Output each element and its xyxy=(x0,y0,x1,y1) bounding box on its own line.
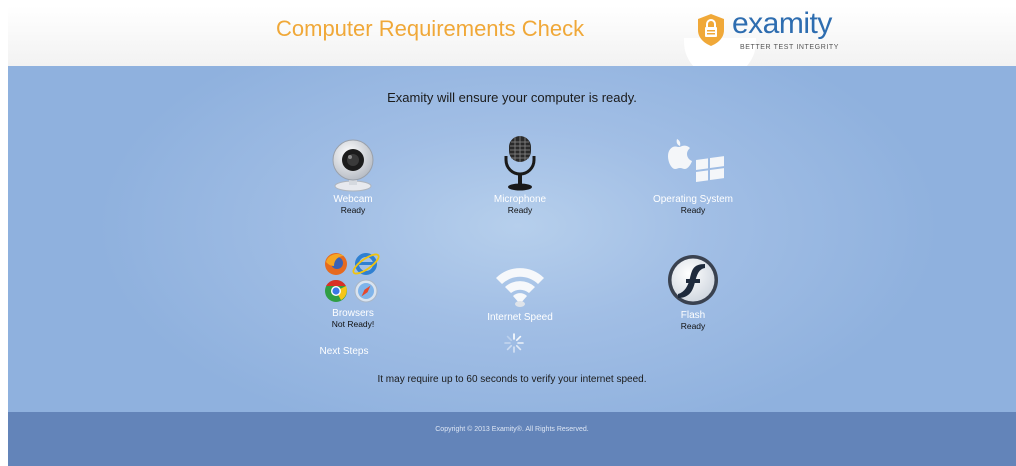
intro-text: Examity will ensure your computer is rea… xyxy=(387,90,637,105)
flash-status: Ready xyxy=(680,321,706,331)
browsers-icon xyxy=(325,253,380,303)
logo-tagline: BETTER TEST INTEGRITY xyxy=(740,44,840,51)
chrome-icon xyxy=(325,279,347,302)
footer: Copyright © 2013 Examity®. All Rights Re… xyxy=(8,412,1016,466)
microphone-label: Microphone xyxy=(493,194,547,205)
check-operating-system: Operating System Ready xyxy=(623,136,763,215)
check-panel: Examity will ensure your computer is rea… xyxy=(8,66,1016,412)
operating-system-label: Operating System xyxy=(652,194,734,205)
check-microphone: Microphone Ready xyxy=(450,134,590,215)
page-title: Computer Requirements Check xyxy=(276,16,585,41)
next-steps-link[interactable]: Next Steps xyxy=(308,346,380,357)
loading-spinner-icon xyxy=(504,333,524,353)
check-internet-speed: Internet Speed xyxy=(450,262,590,323)
operating-system-status: Ready xyxy=(680,205,706,215)
speed-note: It may require up to 60 seconds to verif… xyxy=(377,374,647,385)
browsers-label: Browsers xyxy=(332,308,374,319)
lock-shield-icon xyxy=(698,14,724,46)
examity-logo: examity BETTER TEST INTEGRITY xyxy=(696,7,846,59)
webcam-icon xyxy=(332,139,374,192)
check-browsers: Browsers Not Ready! xyxy=(283,250,423,329)
check-flash: Flash Ready xyxy=(623,252,763,331)
internet-explorer-icon xyxy=(352,253,380,275)
browsers-status: Not Ready! xyxy=(331,319,375,329)
flash-icon xyxy=(668,255,718,305)
flash-label: Flash xyxy=(680,310,706,321)
wifi-icon xyxy=(496,268,544,307)
safari-icon xyxy=(354,279,378,303)
microphone-icon xyxy=(504,136,536,191)
microphone-status: Ready xyxy=(507,205,533,215)
webcam-label: Webcam xyxy=(333,194,373,205)
page-frame: Computer Requirements Check examity BETT… xyxy=(8,6,1016,466)
firefox-icon xyxy=(325,253,347,275)
header: Computer Requirements Check examity BETT… xyxy=(8,6,1016,78)
webcam-status: Ready xyxy=(340,205,366,215)
logo-wordmark: examity xyxy=(732,7,832,40)
check-webcam: Webcam Ready xyxy=(283,136,423,215)
copyright-text: Copyright © 2013 Examity®. All Rights Re… xyxy=(435,426,589,433)
internet-speed-label: Internet Speed xyxy=(487,312,553,323)
os-icon xyxy=(668,139,724,182)
